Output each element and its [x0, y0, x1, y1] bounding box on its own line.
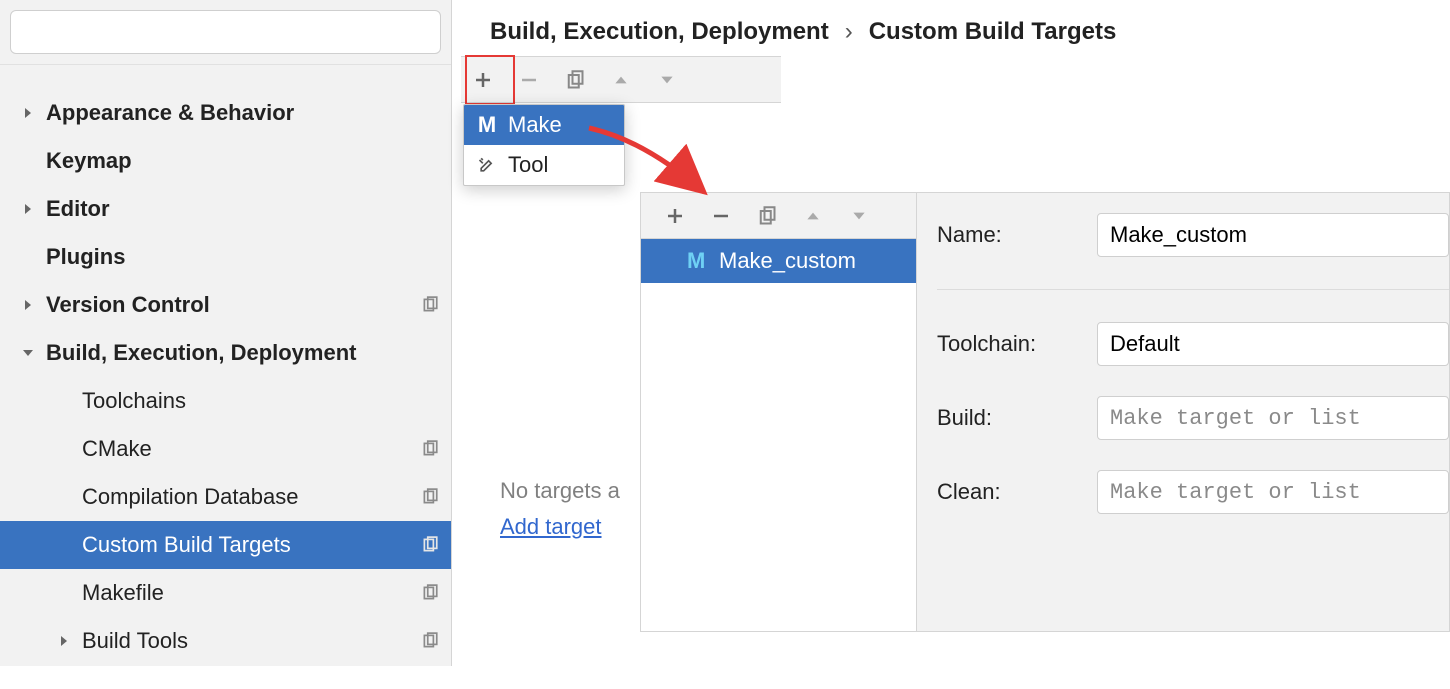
clean-label: Clean:	[937, 479, 1093, 505]
target-editor-panel: M Make_custom Name: Toolchain: Build: Cl…	[640, 192, 1450, 632]
form-divider	[937, 289, 1449, 290]
breadcrumb-b[interactable]: Custom Build Targets	[869, 18, 1117, 46]
tree-label: Toolchains	[82, 388, 439, 414]
sidebar: Appearance & Behavior Keymap Editor Plug…	[0, 0, 452, 666]
copy-icon	[421, 536, 439, 554]
build-input[interactable]	[1097, 396, 1449, 440]
breadcrumb: Build, Execution, Deployment › Custom Bu…	[490, 18, 1116, 46]
target-list-label: Make_custom	[719, 248, 856, 274]
popup-label: Tool	[508, 152, 548, 178]
tree-keymap[interactable]: Keymap	[0, 137, 451, 185]
toolchain-label: Toolchain:	[937, 331, 1093, 357]
target-list-toolbar	[641, 193, 916, 239]
search-input[interactable]	[10, 10, 441, 54]
breadcrumb-sep: ›	[845, 18, 853, 46]
move-down-button[interactable]	[843, 200, 875, 232]
tree-custom-build-targets[interactable]: Custom Build Targets	[0, 521, 451, 569]
tree-cmake[interactable]: CMake	[0, 425, 451, 473]
move-up-button[interactable]	[797, 200, 829, 232]
copy-icon	[421, 584, 439, 602]
chevron-down-icon	[20, 345, 36, 361]
copy-button[interactable]	[559, 64, 591, 96]
tree-build-tools[interactable]: Build Tools	[0, 617, 451, 665]
popup-label: Make	[508, 112, 562, 138]
tools-icon	[476, 154, 498, 176]
clean-input[interactable]	[1097, 470, 1449, 514]
tree-toolchains[interactable]: Toolchains	[0, 377, 451, 425]
tree-label: Appearance & Behavior	[46, 100, 439, 126]
copy-icon	[421, 296, 439, 314]
move-down-button[interactable]	[651, 64, 683, 96]
popup-item-tool[interactable]: Tool	[464, 145, 624, 185]
copy-icon	[421, 488, 439, 506]
target-list: M Make_custom	[641, 239, 916, 631]
tree-label: CMake	[82, 436, 421, 462]
chevron-right-icon	[20, 297, 36, 313]
search-wrap	[0, 0, 451, 65]
remove-button[interactable]	[705, 200, 737, 232]
tree-label: Editor	[46, 196, 439, 222]
name-input[interactable]	[1097, 213, 1449, 257]
name-label: Name:	[937, 222, 1093, 248]
add-button[interactable]	[659, 200, 691, 232]
tree-label: Build, Execution, Deployment	[46, 340, 439, 366]
tree-label: Build Tools	[82, 628, 421, 654]
target-list-pane: M Make_custom	[641, 193, 917, 631]
tree-makefile[interactable]: Makefile	[0, 569, 451, 617]
add-type-popup: M Make Tool	[463, 104, 625, 186]
target-list-item[interactable]: M Make_custom	[641, 239, 916, 283]
tree-label: Custom Build Targets	[82, 532, 421, 558]
tree-build-exec[interactable]: Build, Execution, Deployment	[0, 329, 451, 377]
tree-version-control[interactable]: Version Control	[0, 281, 451, 329]
tree-plugins[interactable]: Plugins	[0, 233, 451, 281]
copy-button[interactable]	[751, 200, 783, 232]
remove-button[interactable]	[513, 64, 545, 96]
tree-label: Plugins	[46, 244, 439, 270]
tree-label: Keymap	[46, 148, 439, 174]
tree-appearance[interactable]: Appearance & Behavior	[0, 89, 451, 137]
copy-icon	[421, 632, 439, 650]
no-targets-text: No targets a	[500, 478, 620, 504]
no-targets-message: No targets a Add target	[500, 478, 620, 540]
popup-item-make[interactable]: M Make	[464, 105, 624, 145]
target-form: Name: Toolchain: Build: Clean:	[917, 193, 1449, 631]
settings-tree: Appearance & Behavior Keymap Editor Plug…	[0, 65, 451, 689]
targets-toolbar	[461, 57, 781, 103]
tree-label: Version Control	[46, 292, 421, 318]
tree-label: Compilation Database	[82, 484, 421, 510]
breadcrumb-a[interactable]: Build, Execution, Deployment	[490, 18, 829, 46]
copy-icon	[421, 440, 439, 458]
add-target-link[interactable]: Add target	[500, 514, 602, 539]
tree-label: Makefile	[82, 580, 421, 606]
toolchain-select[interactable]	[1097, 322, 1449, 366]
add-button[interactable]	[467, 64, 499, 96]
chevron-right-icon	[56, 633, 72, 649]
chevron-right-icon	[20, 201, 36, 217]
tree-compilation-db[interactable]: Compilation Database	[0, 473, 451, 521]
build-label: Build:	[937, 405, 1093, 431]
move-up-button[interactable]	[605, 64, 637, 96]
make-icon: M	[687, 248, 709, 274]
make-icon: M	[476, 114, 498, 136]
chevron-right-icon	[20, 105, 36, 121]
tree-editor[interactable]: Editor	[0, 185, 451, 233]
